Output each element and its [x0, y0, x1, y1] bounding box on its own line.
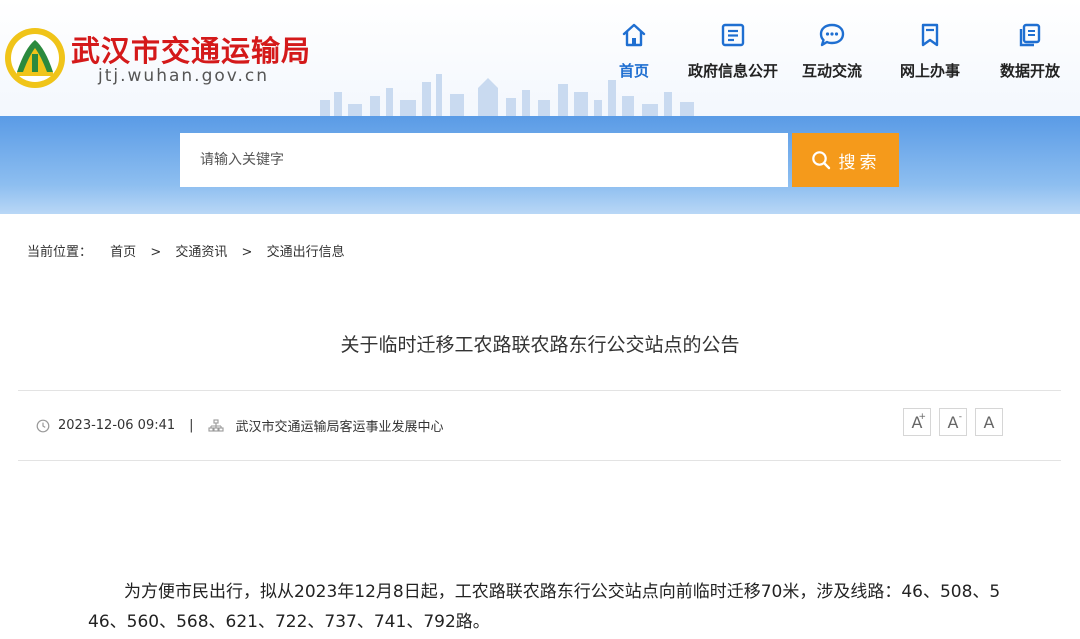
data-copy-icon [1019, 23, 1041, 47]
meta-separator: | [189, 418, 194, 433]
breadcrumb-item-traffic-news[interactable]: 交通资讯 [175, 241, 227, 260]
font-decrease-button[interactable]: A- [939, 408, 967, 436]
font-reset-button[interactable]: A [975, 408, 1003, 436]
search-icon [811, 151, 830, 170]
nav-online-service[interactable]: 网上办事 [895, 22, 965, 92]
organization-icon [207, 418, 224, 432]
nav-interaction-label: 互动交流 [801, 62, 862, 80]
bookmark-icon [921, 23, 939, 47]
nav-open-data[interactable]: 数据开放 [995, 22, 1065, 92]
chat-bubble-icon [819, 23, 845, 47]
search-input[interactable] [180, 133, 788, 187]
divider [18, 390, 1061, 391]
publish-date: 2023-12-06 09:41 [58, 418, 176, 433]
search-band: 搜索 [0, 116, 1080, 214]
nav-interaction[interactable]: 互动交流 [797, 22, 867, 92]
nav-open-data-label: 数据开放 [999, 62, 1060, 80]
breadcrumb-item-home[interactable]: 首页 [110, 241, 136, 260]
font-size-tools: A + A- A [903, 408, 1003, 436]
article-source: 武汉市交通运输局客运事业发展中心 [235, 420, 444, 435]
article-body: 为方便市民出行，拟从2023年12月8日起，工农路联农路东行公交站点向前临时迁移… [88, 582, 1001, 632]
bureau-emblem-logo [5, 28, 65, 88]
breadcrumb-separator: > [241, 245, 253, 260]
nav-home[interactable]: 首页 [603, 22, 665, 92]
search-button[interactable]: 搜索 [792, 133, 899, 187]
document-list-icon [721, 23, 745, 47]
article-meta: 2023-12-06 09:41 | 武汉市交通运输局客运事业发展中心 [36, 416, 444, 435]
nav-online-service-label: 网上办事 [899, 62, 960, 80]
font-increase-button[interactable]: A + [903, 408, 931, 436]
site-header: 武汉市交通运输局 jtj.wuhan.gov.cn 首页 政府信息公开 互动交流… [0, 0, 1080, 116]
nav-gov-info-label: 政府信息公开 [687, 62, 778, 80]
nav-gov-info[interactable]: 政府信息公开 [683, 22, 783, 92]
breadcrumb-separator: > [150, 245, 162, 260]
breadcrumb: 当前位置： 首页 > 交通资讯 > 交通出行信息 [27, 241, 345, 260]
site-title: 武汉市交通运输局 [71, 34, 312, 68]
article-title: 关于临时迁移工农路联农路东行公交站点的公告 [340, 334, 740, 356]
nav-home-label: 首页 [618, 62, 649, 80]
breadcrumb-item-travel-info[interactable]: 交通出行信息 [267, 241, 345, 260]
breadcrumb-prefix: 当前位置： [27, 245, 93, 260]
divider [18, 460, 1061, 461]
site-domain: jtj.wuhan.gov.cn [98, 66, 270, 86]
clock-icon [36, 419, 50, 432]
home-icon [622, 23, 646, 47]
search-button-label: 搜索 [838, 152, 881, 172]
